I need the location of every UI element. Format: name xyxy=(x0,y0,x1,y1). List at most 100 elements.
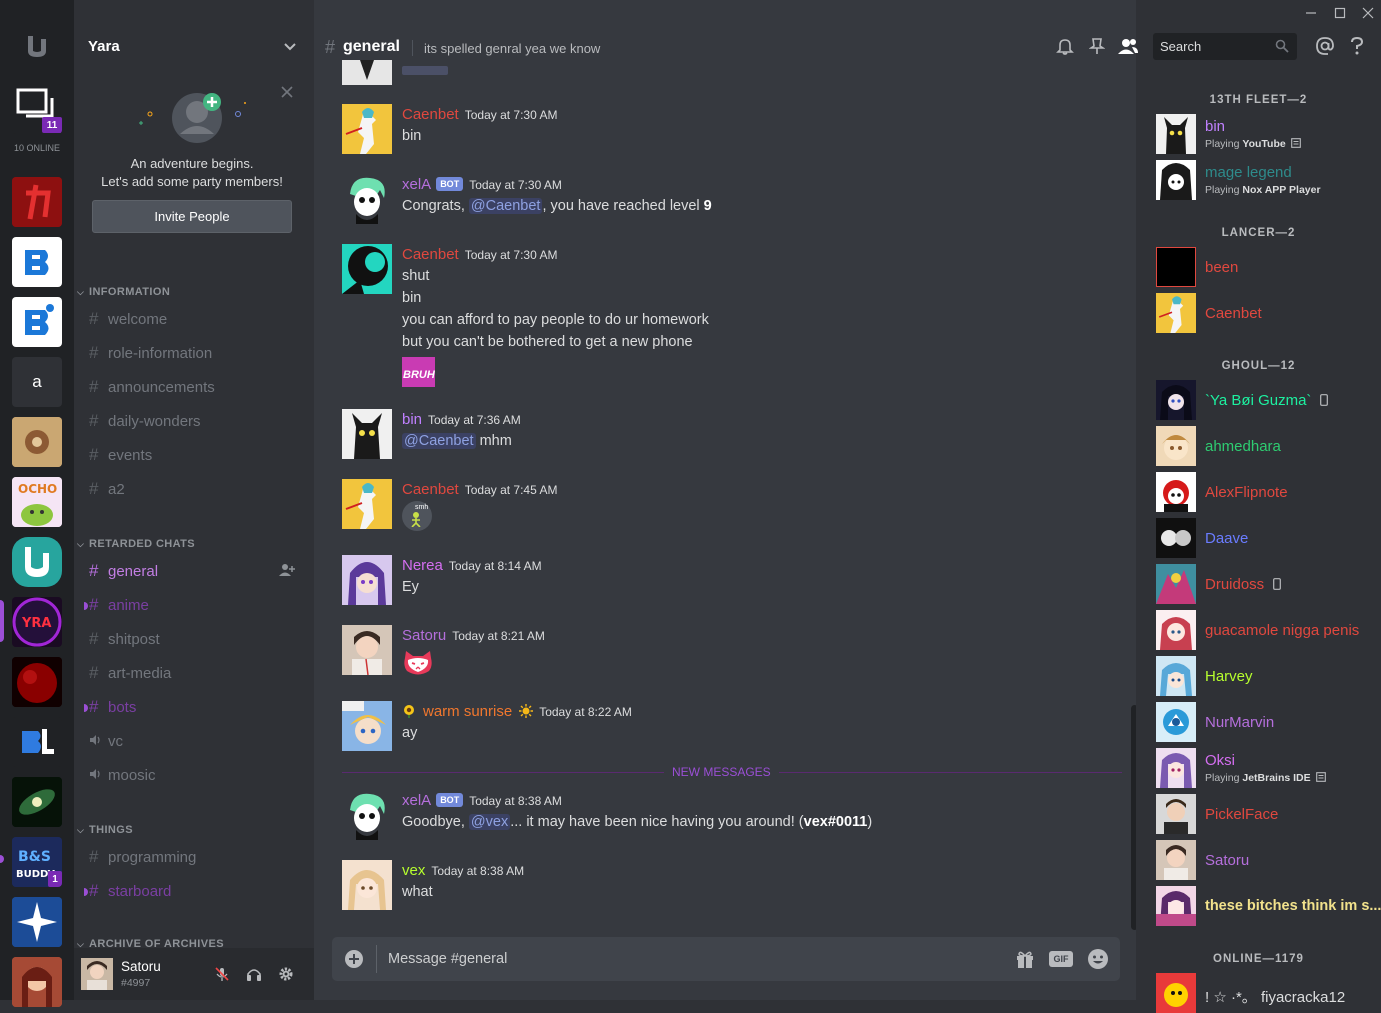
member-name[interactable]: NurMarvin xyxy=(1205,714,1274,731)
add-user-icon[interactable] xyxy=(279,563,295,582)
message-author[interactable]: vex xyxy=(402,862,425,879)
channel-daily-wonders[interactable]: # daily-wonders xyxy=(89,411,201,431)
member-avatar[interactable] xyxy=(1156,656,1196,696)
member-name[interactable]: bin xyxy=(1205,118,1225,135)
channel-anime[interactable]: # anime xyxy=(84,595,149,615)
member-avatar[interactable] xyxy=(1156,748,1196,788)
channel-role-information[interactable]: # role-information xyxy=(89,343,212,363)
member-name[interactable]: Daave xyxy=(1205,530,1248,547)
smh-emoji[interactable]: smh xyxy=(402,501,432,531)
channel-art-media[interactable]: # art-media xyxy=(89,663,171,683)
member-avatar[interactable] xyxy=(1156,426,1196,466)
server-scroll[interactable] xyxy=(12,417,62,467)
message-input[interactable] xyxy=(386,945,986,973)
message-author[interactable]: Caenbet xyxy=(402,106,459,123)
bell-icon[interactable] xyxy=(1056,37,1074,60)
member-avatar[interactable] xyxy=(1156,293,1196,333)
message-author[interactable]: Satoru xyxy=(402,627,446,644)
message-author[interactable]: Caenbet xyxy=(402,246,459,263)
channel-bots[interactable]: # bots xyxy=(84,697,136,717)
category-things[interactable]: ⌵ THINGS xyxy=(77,824,133,836)
maximize-icon[interactable] xyxy=(1334,6,1346,24)
server-b1[interactable] xyxy=(12,237,62,287)
search-input[interactable] xyxy=(1158,36,1268,57)
server-bl[interactable] xyxy=(12,717,62,767)
server-galaxy[interactable] xyxy=(12,777,62,827)
channel-vc[interactable]: vc xyxy=(89,731,123,751)
message-author[interactable]: bin xyxy=(402,411,422,428)
server-header[interactable]: Yara xyxy=(74,0,314,94)
server-chikara[interactable] xyxy=(12,177,62,227)
search-box[interactable] xyxy=(1153,33,1297,60)
message-avatar[interactable] xyxy=(342,860,392,910)
user-mention[interactable]: @Caenbet xyxy=(402,433,476,449)
pin-icon[interactable] xyxy=(1088,37,1106,60)
member-avatar[interactable] xyxy=(1156,380,1196,420)
cat-emoji[interactable] xyxy=(402,650,434,681)
member-name[interactable]: these bitches think im s... xyxy=(1205,898,1381,914)
member-name[interactable]: Harvey xyxy=(1205,668,1253,685)
server-yara-logo[interactable] xyxy=(12,537,62,587)
server-buddy[interactable]: B&S BUDDY 1 xyxy=(12,837,62,887)
message-avatar[interactable] xyxy=(342,409,392,459)
channel-moosic[interactable]: moosic xyxy=(89,765,156,785)
minimize-icon[interactable] xyxy=(1305,6,1317,24)
message-author[interactable]: xelA xyxy=(402,176,431,193)
member-avatar[interactable] xyxy=(1156,610,1196,650)
mute-mic-icon[interactable] xyxy=(214,966,230,987)
message-author[interactable]: Nerea xyxy=(402,557,443,574)
channel-starboard[interactable]: # starboard xyxy=(84,881,171,901)
member-name[interactable]: Satoru xyxy=(1205,852,1249,869)
server-star[interactable] xyxy=(12,897,62,947)
channel-welcome[interactable]: # welcome xyxy=(89,309,167,329)
mention-icon[interactable] xyxy=(1316,37,1334,60)
server-red-moon[interactable] xyxy=(12,657,62,707)
chevron-down-icon[interactable] xyxy=(283,40,297,59)
member-avatar[interactable] xyxy=(1156,472,1196,512)
member-name[interactable]: Oksi xyxy=(1205,752,1235,769)
bruh-emoji[interactable]: BRUH xyxy=(402,357,435,387)
upload-icon[interactable] xyxy=(344,949,364,974)
headphones-icon[interactable] xyxy=(246,966,262,987)
member-avatar[interactable] xyxy=(1156,518,1196,558)
home-icon[interactable] xyxy=(24,33,50,59)
message-avatar[interactable] xyxy=(342,479,392,529)
message-avatar[interactable] xyxy=(342,244,392,294)
message-avatar[interactable] xyxy=(342,625,392,675)
member-name[interactable]: `Ya Bøi Guzma` xyxy=(1205,392,1329,410)
member-name[interactable]: PickelFace xyxy=(1205,806,1278,823)
member-name[interactable]: been xyxy=(1205,259,1238,276)
channel-announcements[interactable]: # announcements xyxy=(89,377,215,397)
member-name[interactable]: ahmedhara xyxy=(1205,438,1281,455)
emoji-icon[interactable] xyxy=(1087,948,1109,975)
user-mention[interactable]: @vex xyxy=(468,814,511,830)
message-avatar[interactable] xyxy=(342,555,392,605)
member-avatar[interactable] xyxy=(1156,702,1196,742)
member-name[interactable]: AlexFlipnote xyxy=(1205,484,1288,501)
member-name[interactable]: Caenbet xyxy=(1205,305,1262,322)
direct-messages-icon[interactable]: 11 xyxy=(12,84,62,134)
member-name[interactable]: Druidoss xyxy=(1205,576,1282,594)
close-window-icon[interactable] xyxy=(1362,6,1374,24)
member-avatar[interactable] xyxy=(1156,794,1196,834)
gear-icon[interactable] xyxy=(278,966,294,987)
member-avatar[interactable] xyxy=(1156,160,1196,200)
member-avatar[interactable] xyxy=(1156,840,1196,880)
member-avatar[interactable] xyxy=(1156,114,1196,154)
member-name[interactable]: mage legend xyxy=(1205,164,1292,181)
member-name[interactable]: guacamole nigga penis xyxy=(1205,622,1359,639)
member-avatar[interactable] xyxy=(1156,564,1196,604)
member-avatar[interactable] xyxy=(1156,886,1196,926)
category-information[interactable]: ⌵ INFORMATION xyxy=(77,286,170,298)
channel-shitpost[interactable]: # shitpost xyxy=(89,629,160,649)
gif-icon[interactable]: GIF xyxy=(1049,951,1073,967)
message-author[interactable]: xelA xyxy=(402,792,431,809)
member-name[interactable]: ! ☆ ·*。 fiyacracka12 xyxy=(1205,986,1345,1007)
message-author[interactable]: warm sunrise xyxy=(423,703,512,720)
user-mention[interactable]: @Caenbet xyxy=(468,198,543,214)
category-retarded-chats[interactable]: ⌵ RETARDED CHATS xyxy=(77,538,195,550)
channel-programming[interactable]: # programming xyxy=(89,847,196,867)
server-yara[interactable]: YRA xyxy=(12,597,62,647)
member-avatar[interactable] xyxy=(1156,973,1196,1013)
channel-events[interactable]: # events xyxy=(89,445,152,465)
